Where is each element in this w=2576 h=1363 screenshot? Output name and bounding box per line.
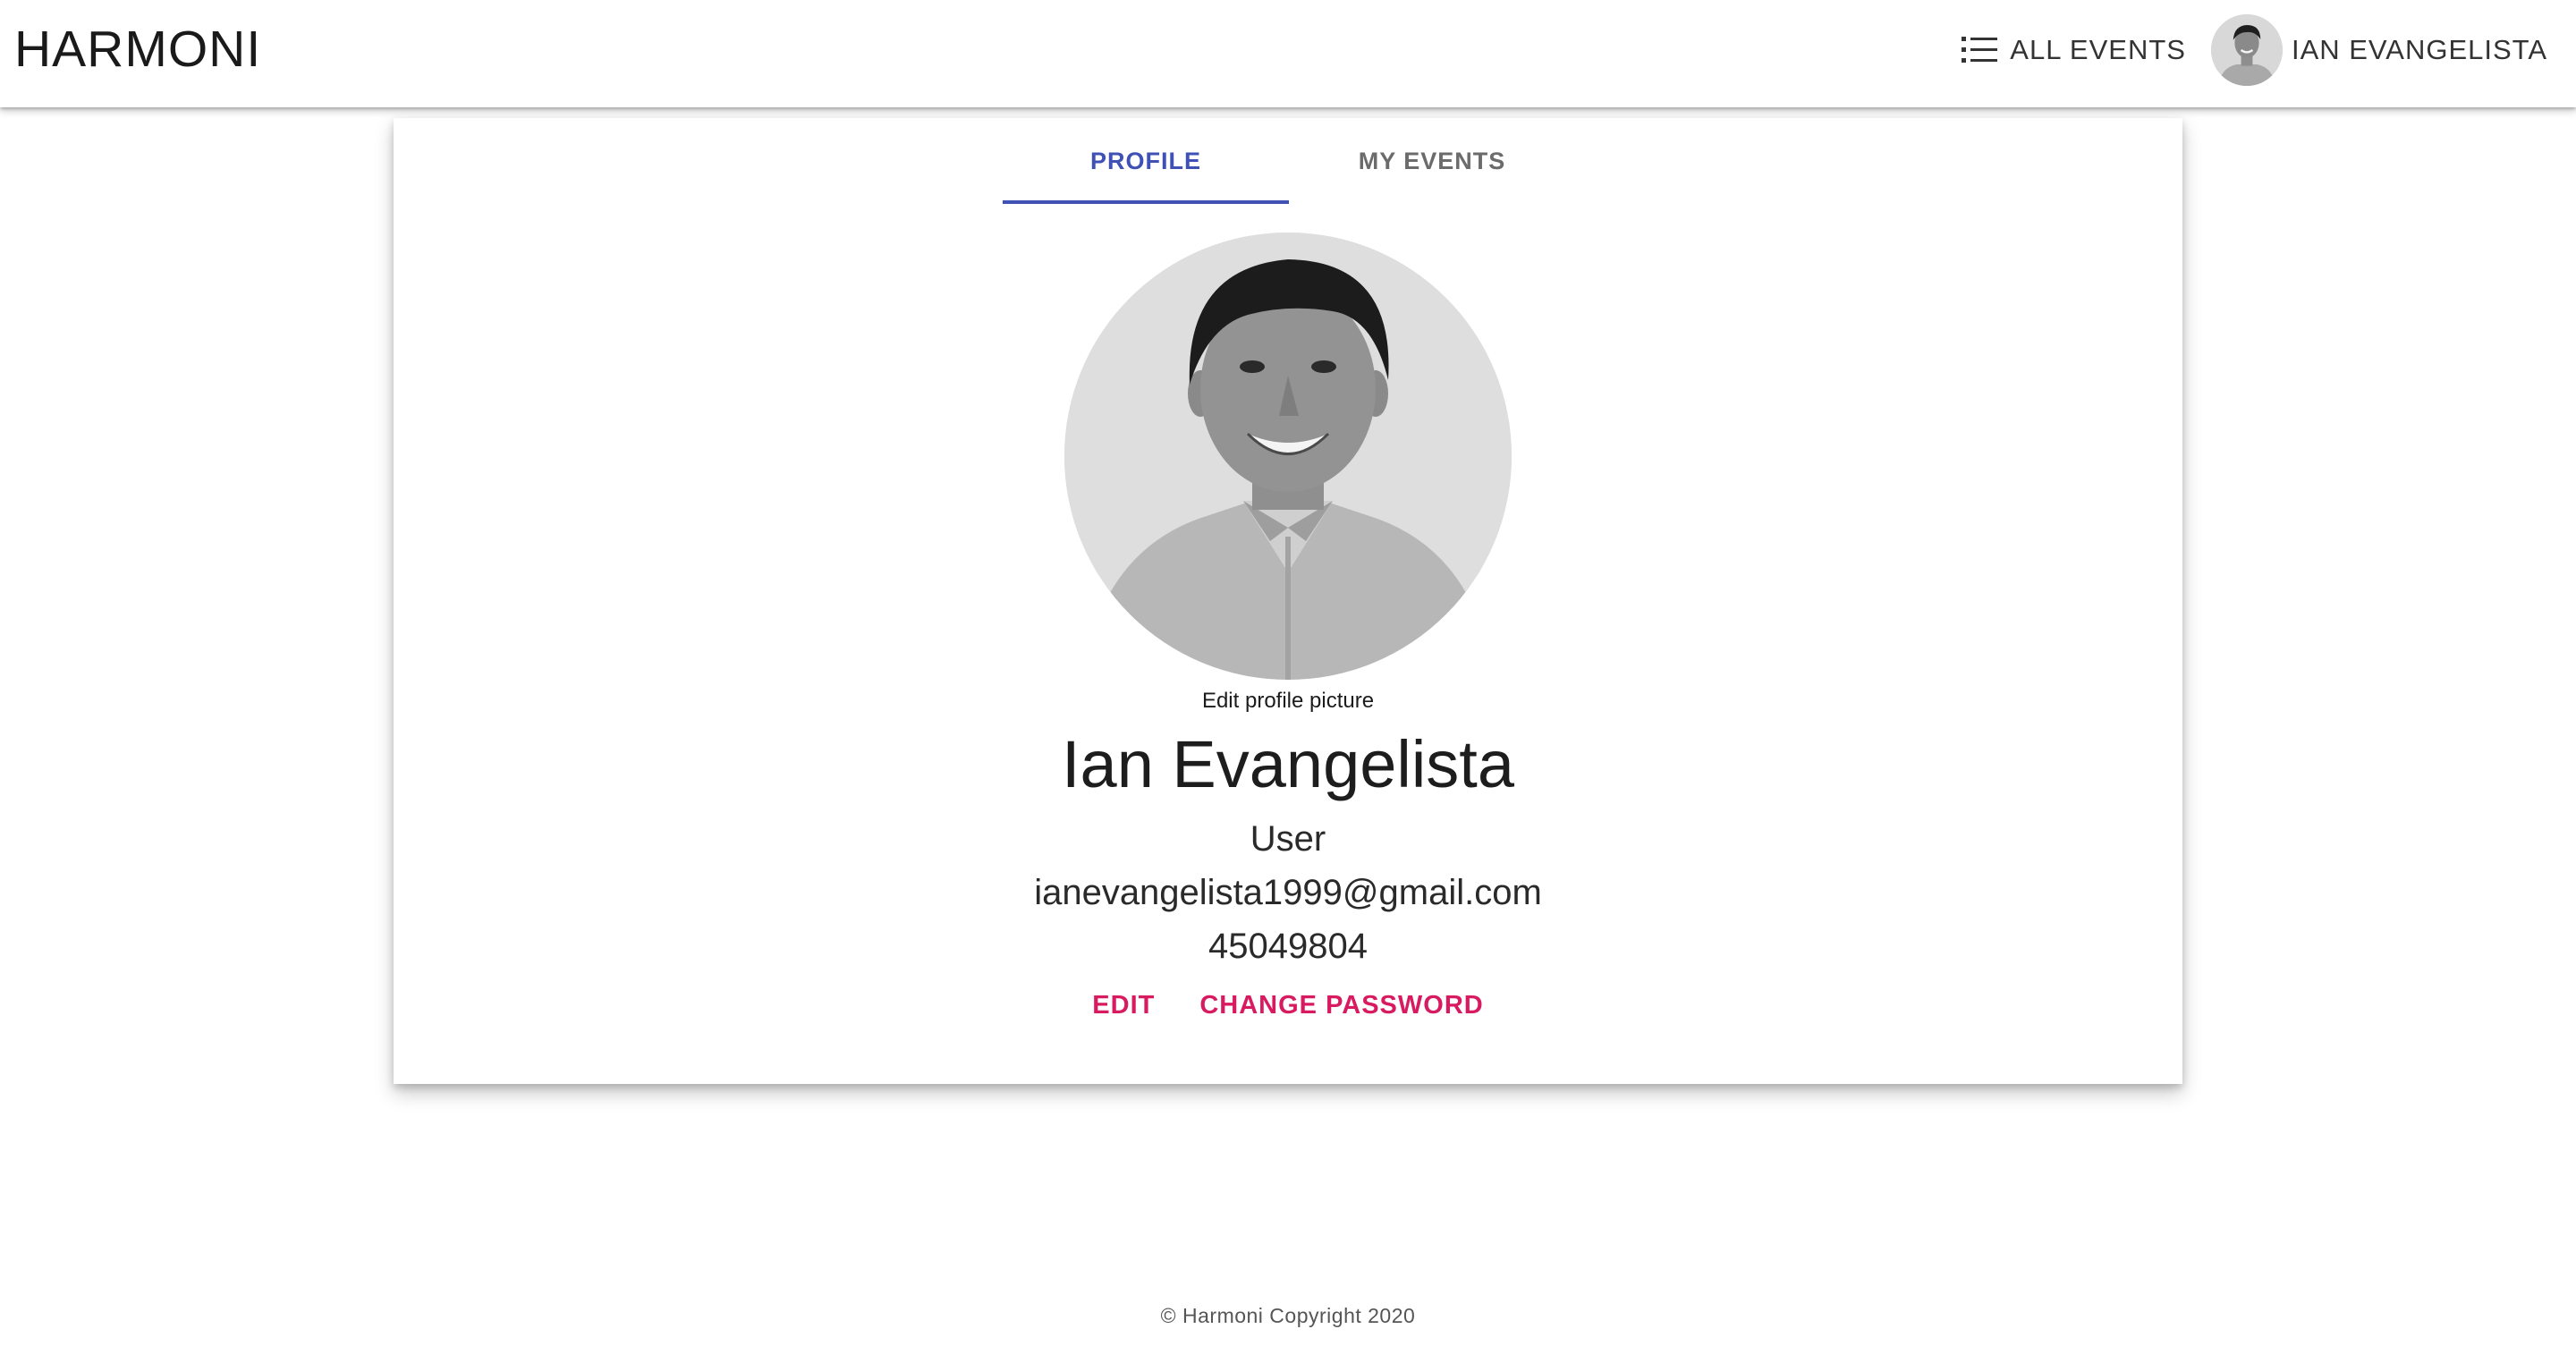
edit-button[interactable]: EDIT bbox=[1092, 987, 1155, 1024]
user-name: IAN EVANGELISTA bbox=[2291, 34, 2547, 65]
avatar bbox=[2210, 14, 2283, 86]
all-events-button[interactable]: ALL EVENTS bbox=[1949, 13, 2199, 88]
nav-right: ALL EVENTS IAN EVANGELISTA bbox=[1949, 13, 2560, 88]
user-menu-button[interactable]: IAN EVANGELISTA bbox=[2199, 13, 2560, 88]
brand-logo[interactable]: HARMONI bbox=[14, 16, 261, 82]
edit-profile-picture-link[interactable]: Edit profile picture bbox=[394, 689, 2182, 714]
profile-name: Ian Evangelista bbox=[1061, 727, 1514, 801]
app-bar: HARMONI ALL EVENTS IAN EVANGELISTA bbox=[0, 0, 2576, 107]
tab-my-events[interactable]: MY EVENTS bbox=[1289, 118, 1575, 204]
profile-photo-image bbox=[1064, 233, 1512, 680]
profile-picture[interactable] bbox=[1064, 233, 1512, 680]
tab-profile[interactable]: PROFILE bbox=[1003, 118, 1289, 204]
footer-copyright: © Harmoni Copyright 2020 bbox=[1160, 1304, 1416, 1327]
profile-phone: 45049804 bbox=[1208, 927, 1368, 966]
profile-role: User bbox=[1250, 819, 1326, 859]
profile-card: PROFILE MY EVENTS Edit profile picture I… bbox=[394, 118, 2182, 1084]
all-events-label: ALL EVENTS bbox=[2010, 34, 2186, 65]
profile-email: ianevangelista1999@gmail.com bbox=[1034, 873, 1542, 912]
profile-actions: EDIT CHANGE PASSWORD bbox=[394, 987, 2182, 1024]
avatar-image bbox=[2210, 14, 2283, 86]
list-icon bbox=[1962, 37, 1998, 63]
change-password-button[interactable]: CHANGE PASSWORD bbox=[1199, 987, 1483, 1024]
tab-bar: PROFILE MY EVENTS bbox=[1003, 118, 1575, 204]
